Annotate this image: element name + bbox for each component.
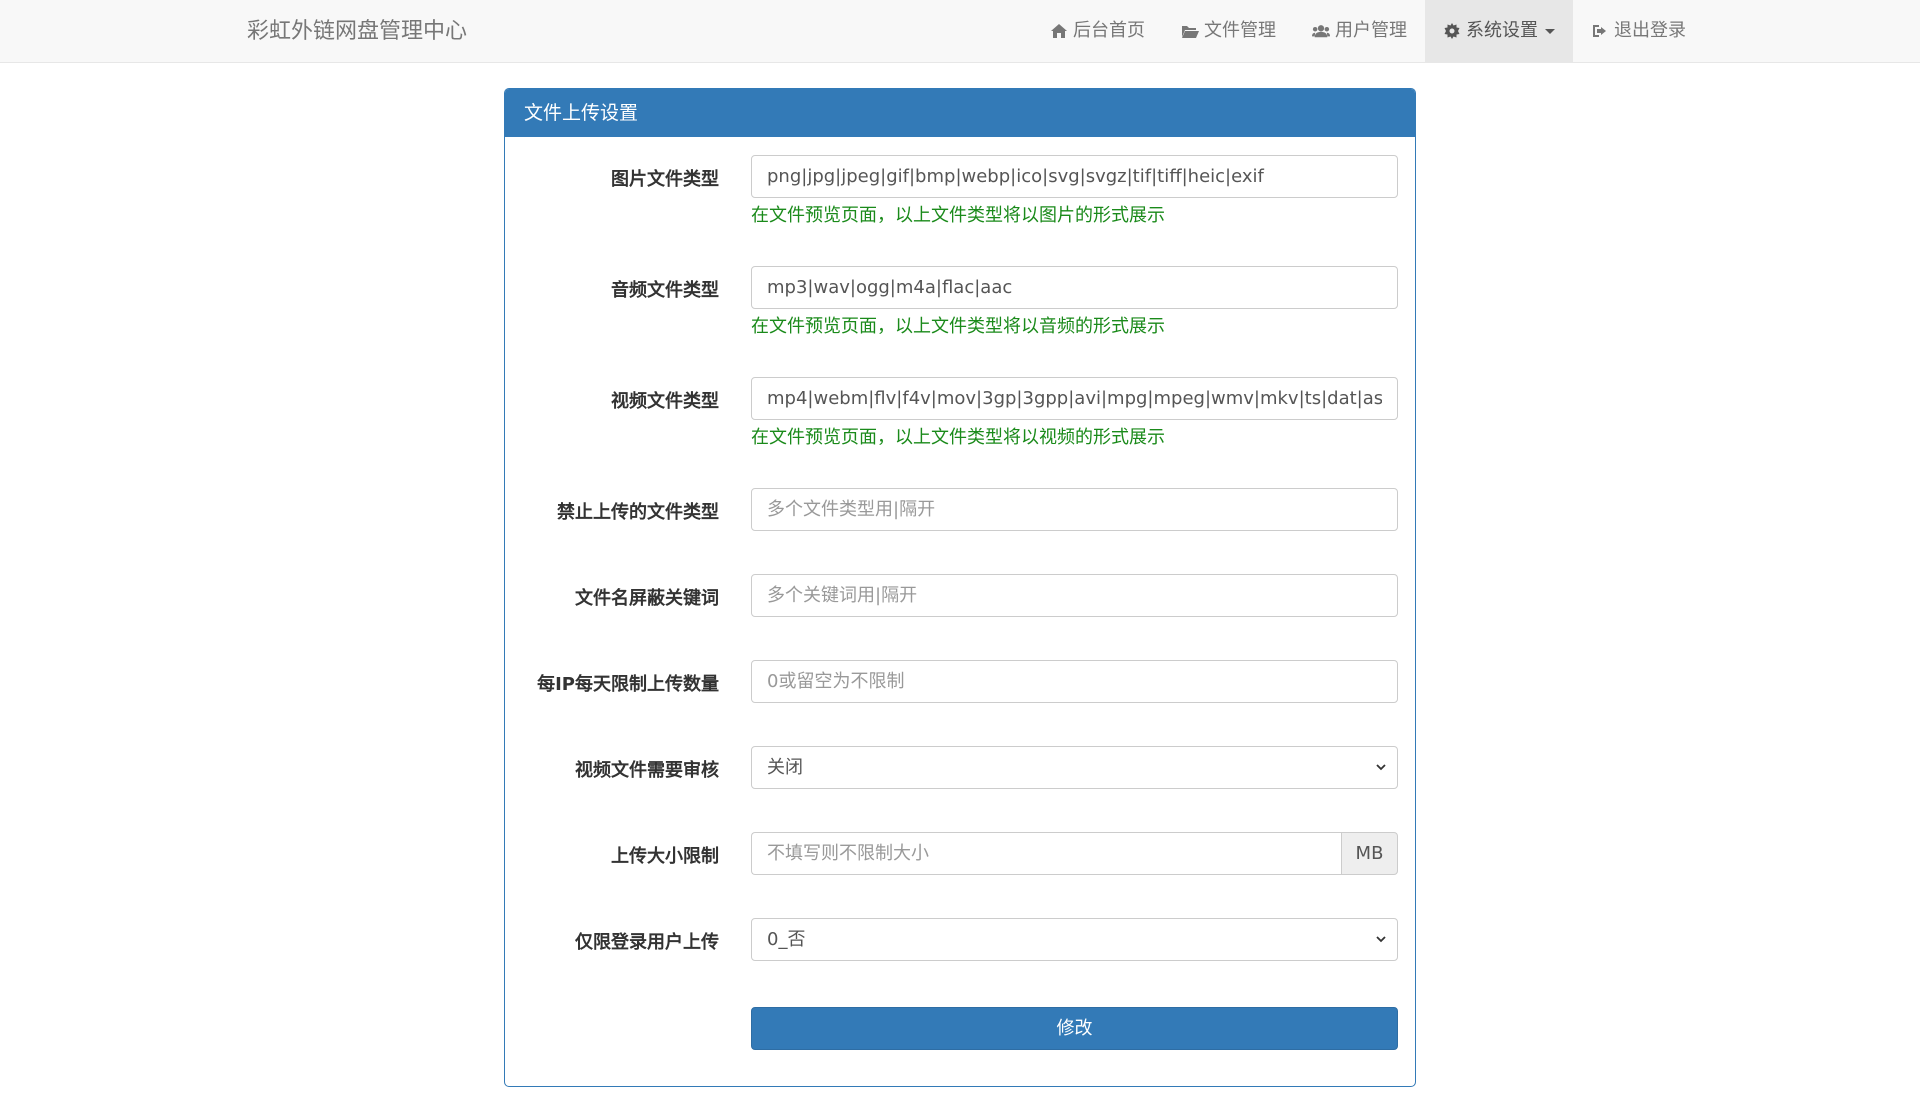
- image-types-help: 在文件预览页面，以上文件类型将以图片的形式展示: [751, 205, 1165, 226]
- nav-label-logout: 退出登录: [1614, 20, 1686, 41]
- gear-icon: [1444, 23, 1460, 39]
- banned-types-label: 禁止上传的文件类型: [557, 502, 719, 523]
- nav-label-users: 用户管理: [1335, 20, 1407, 41]
- panel-title: 文件上传设置: [505, 89, 1415, 137]
- video-types-help: 在文件预览页面，以上文件类型将以视频的形式展示: [751, 427, 1165, 448]
- nav-item-users[interactable]: 用户管理: [1294, 0, 1425, 62]
- nav-item-logout[interactable]: 退出登录: [1573, 0, 1704, 62]
- size-limit-input[interactable]: [751, 832, 1341, 875]
- audio-types-help: 在文件预览页面，以上文件类型将以音频的形式展示: [751, 316, 1165, 337]
- nav-menu: 后台首页 文件管理 用户管理 系统设置 退出登录: [1032, 0, 1704, 62]
- sign-out-icon: [1593, 25, 1606, 37]
- ip-daily-limit-label: 每IP每天限制上传数量: [537, 674, 719, 695]
- size-unit-addon: MB: [1341, 832, 1398, 875]
- video-review-selected: 关闭: [767, 757, 803, 778]
- home-icon: [1051, 24, 1067, 38]
- video-review-label: 视频文件需要审核: [575, 760, 719, 781]
- brand-title[interactable]: 彩虹外链网盘管理中心: [247, 0, 467, 63]
- nav-label-dashboard: 后台首页: [1073, 20, 1145, 41]
- blocked-keywords-input[interactable]: [751, 574, 1398, 617]
- login-only-select[interactable]: 0_否: [751, 918, 1398, 961]
- ip-daily-limit-input[interactable]: [751, 660, 1398, 703]
- users-icon: [1312, 25, 1330, 38]
- chevron-down-icon: [1376, 936, 1386, 943]
- video-types-label: 视频文件类型: [611, 391, 719, 412]
- nav-item-files[interactable]: 文件管理: [1163, 0, 1294, 62]
- video-types-input[interactable]: [751, 377, 1398, 420]
- caret-down-icon: [1545, 28, 1555, 34]
- size-limit-label: 上传大小限制: [611, 846, 719, 867]
- nav-item-settings[interactable]: 系统设置: [1425, 0, 1573, 62]
- login-only-label: 仅限登录用户上传: [575, 932, 719, 953]
- chevron-down-icon: [1376, 764, 1386, 771]
- nav-label-settings: 系统设置: [1466, 20, 1538, 41]
- upload-settings-panel: 文件上传设置 图片文件类型 在文件预览页面，以上文件类型将以图片的形式展示 音频…: [504, 88, 1416, 1087]
- blocked-keywords-label: 文件名屏蔽关键词: [575, 588, 719, 609]
- image-types-label: 图片文件类型: [611, 169, 719, 190]
- top-navbar: 彩虹外链网盘管理中心 后台首页 文件管理 用户管理 系统设置 退出登录: [0, 0, 1920, 63]
- banned-types-input[interactable]: [751, 488, 1398, 531]
- login-only-selected: 0_否: [767, 929, 806, 950]
- size-limit-group: MB: [751, 832, 1398, 875]
- video-review-select[interactable]: 关闭: [751, 746, 1398, 789]
- submit-button[interactable]: 修改: [751, 1007, 1398, 1050]
- audio-types-label: 音频文件类型: [611, 280, 719, 301]
- folder-open-icon: [1182, 26, 1199, 38]
- nav-item-dashboard[interactable]: 后台首页: [1032, 0, 1163, 62]
- image-types-input[interactable]: [751, 155, 1398, 198]
- nav-label-files: 文件管理: [1204, 20, 1276, 41]
- audio-types-input[interactable]: [751, 266, 1398, 309]
